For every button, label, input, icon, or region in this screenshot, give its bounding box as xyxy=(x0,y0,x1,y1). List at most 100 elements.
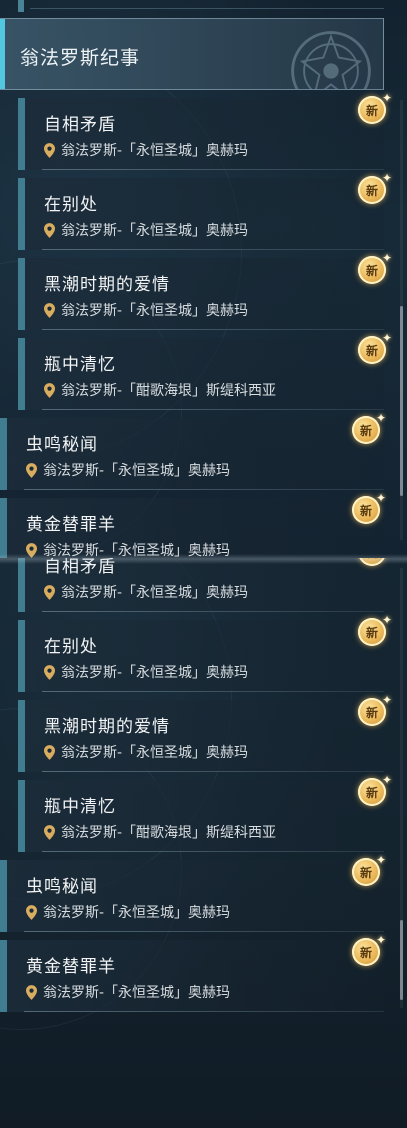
new-badge-icon: 新✦ xyxy=(358,171,392,206)
map-pin-icon xyxy=(44,142,55,158)
quest-location: 翁法罗斯-「永恒圣城」奥赫玛 xyxy=(44,300,248,320)
quest-location-text: 翁法罗斯-「永恒圣城」奥赫玛 xyxy=(61,585,249,601)
item-divider xyxy=(42,409,384,410)
faction-emblem-icon xyxy=(291,31,371,89)
map-pin-icon xyxy=(44,382,55,398)
item-side-bar xyxy=(18,338,25,410)
item-divider xyxy=(42,771,384,772)
quest-list-item[interactable]: 在别处翁法罗斯-「永恒圣城」奥赫玛 xyxy=(18,178,384,250)
item-divider xyxy=(42,691,384,692)
map-pin-icon xyxy=(44,744,55,760)
new-badge-label: 新 xyxy=(365,183,378,198)
map-pin-icon xyxy=(44,584,55,600)
item-side-bar xyxy=(0,940,7,1012)
item-divider xyxy=(24,489,384,490)
map-pin-icon xyxy=(44,824,55,840)
quest-location: 翁法罗斯-「永恒圣城」奥赫玛 xyxy=(26,982,230,1002)
category-header[interactable]: 翁法罗斯纪事 xyxy=(0,18,384,90)
item-divider xyxy=(42,611,384,612)
quest-location-text: 翁法罗斯-「永恒圣城」奥赫玛 xyxy=(43,463,231,479)
scrollbar-thumb[interactable] xyxy=(400,920,403,1000)
quest-location: 翁法罗斯-「永恒圣城」奥赫玛 xyxy=(44,742,248,762)
quest-list-item[interactable]: 虫鸣秘闻 翁法罗斯-「永恒圣城」奥赫玛 xyxy=(0,860,384,932)
quest-location: 翁法罗斯-「永恒圣城」奥赫玛 xyxy=(44,662,248,682)
quest-location: 翁法罗斯-「酣歌海垠」斯缇科西亚 xyxy=(44,822,276,842)
new-badge-icon: 新✦ xyxy=(358,558,392,568)
map-pin-icon xyxy=(26,984,37,1000)
new-badge-label: 新 xyxy=(366,558,378,561)
quest-location-text: 翁法罗斯-「永恒圣城」奥赫玛 xyxy=(43,985,231,1001)
map-pin-icon xyxy=(44,222,55,238)
item-side-bar xyxy=(18,620,25,692)
new-badge-label: 新 xyxy=(359,945,372,960)
new-badge-label: 新 xyxy=(365,263,378,278)
item-divider xyxy=(42,329,384,330)
new-badge-icon: 新✦ xyxy=(352,933,386,968)
scrollbar-thumb[interactable] xyxy=(400,306,403,496)
quest-list-item[interactable]: 黄金替罪羊 翁法罗斯-「永恒圣城」奥赫玛 xyxy=(0,498,384,558)
quest-location-text: 翁法罗斯-「永恒圣城」奥赫玛 xyxy=(43,543,231,558)
quest-name: 黄金替罪羊 xyxy=(26,957,116,977)
new-badge-label: 新 xyxy=(365,103,378,118)
item-divider xyxy=(24,1011,384,1012)
quest-name: 瓶中清忆 xyxy=(44,797,116,817)
new-badge-label: 新 xyxy=(365,343,378,358)
quest-list-item[interactable]: 自相矛盾翁法罗斯-「永恒圣城」奥赫玛 xyxy=(18,98,384,170)
quest-name: 瓶中清忆 xyxy=(44,355,116,375)
item-side-bar xyxy=(0,418,7,490)
map-pin-icon xyxy=(26,904,37,920)
quest-list-item[interactable]: 瓶中清忆翁法罗斯-「酣歌海垠」斯缇科西亚 xyxy=(18,780,384,852)
quest-name: 自相矛盾 xyxy=(44,115,116,135)
item-divider xyxy=(42,169,384,170)
quest-list-item[interactable]: 黑潮时期的爱情 翁法罗斯-「永恒圣城」奥赫玛 xyxy=(18,700,384,772)
new-badge-icon: 新✦ xyxy=(358,693,392,728)
category-accent xyxy=(0,19,5,89)
quest-list-item[interactable]: 黑潮时期的爱情翁法罗斯-「永恒圣城」奥赫玛 xyxy=(18,258,384,330)
new-badge-icon: 新✦ xyxy=(358,251,392,286)
new-badge-label: 新 xyxy=(365,785,378,800)
item-divider xyxy=(42,851,384,852)
new-badge-icon: 新✦ xyxy=(358,331,392,366)
quest-name: 在别处 xyxy=(44,195,98,215)
quest-list-item[interactable]: 黄金替罪羊翁法罗斯-「永恒圣城」奥赫玛 xyxy=(0,940,384,1012)
item-side-bar xyxy=(18,558,25,612)
quest-location: 翁法罗斯-「永恒圣城」奥赫玛 xyxy=(26,540,230,558)
quest-list-panel-top: 翁法罗斯纪事 自相矛盾 翁法罗斯-「永恒圣城」奥赫玛新 ✦ 在别处 翁法罗斯-「永恒圣城… xyxy=(0,0,407,558)
item-side-bar xyxy=(18,780,25,852)
quest-location: 翁法罗斯-「永恒圣城」奥赫玛 xyxy=(26,902,230,922)
quest-location-text: 翁法罗斯-「永恒圣城」奥赫玛 xyxy=(61,143,249,159)
map-pin-icon xyxy=(26,542,37,558)
quest-location: 翁法罗斯-「永恒圣城」奥赫玛 xyxy=(44,140,248,160)
quest-location: 翁法罗斯-「永恒圣城」奥赫玛 xyxy=(44,582,248,602)
item-divider xyxy=(24,931,384,932)
quest-list-panel-bottom: 自相矛盾翁法罗斯-「永恒圣城」奥赫玛新✦在别处翁法罗斯-「永恒圣城」奥赫玛新✦黑… xyxy=(0,558,407,1128)
quest-list-item[interactable]: 虫鸣秘闻 翁法罗斯-「永恒圣城」奥赫玛 xyxy=(0,418,384,490)
new-badge-label: 新 xyxy=(365,705,378,720)
map-pin-icon xyxy=(44,302,55,318)
new-badge-label: 新 xyxy=(365,625,378,640)
quest-name: 自相矛盾 xyxy=(44,558,116,577)
quest-location-text: 翁法罗斯-「永恒圣城」奥赫玛 xyxy=(61,665,249,681)
quest-location: 翁法罗斯-「永恒圣城」奥赫玛 xyxy=(26,460,230,480)
new-badge-icon: 新✦ xyxy=(358,773,392,808)
quest-list-item[interactable]: 在别处 翁法罗斯-「永恒圣城」奥赫玛 xyxy=(18,620,384,692)
map-pin-icon xyxy=(26,462,37,478)
quest-location-text: 翁法罗斯-「永恒圣城」奥赫玛 xyxy=(61,303,249,319)
new-badge-icon: 新✦ xyxy=(358,91,392,126)
quest-list-item[interactable]: 自相矛盾翁法罗斯-「永恒圣城」奥赫玛 xyxy=(18,558,384,612)
quest-location-text: 翁法罗斯-「永恒圣城」奥赫玛 xyxy=(61,745,249,761)
quest-name: 黑潮时期的爱情 xyxy=(44,275,170,295)
item-side-bar xyxy=(0,860,7,932)
quest-list-item[interactable]: 瓶中清忆 翁法罗斯-「酣歌海垠」斯缇科西亚 xyxy=(18,338,384,410)
item-side-bar xyxy=(18,178,25,250)
new-badge-label: 新 xyxy=(359,865,372,880)
new-badge-label: 新 xyxy=(359,423,372,438)
new-badge-icon: 新✦ xyxy=(352,411,386,446)
quest-location-text: 翁法罗斯-「永恒圣城」奥赫玛 xyxy=(61,223,249,239)
item-divider xyxy=(42,249,384,250)
category-title: 翁法罗斯纪事 xyxy=(20,47,141,69)
new-badge-icon: 新✦ xyxy=(352,491,386,526)
item-side-bar xyxy=(18,258,25,330)
quest-location: 翁法罗斯-「永恒圣城」奥赫玛 xyxy=(44,220,248,240)
previous-item-bar xyxy=(18,0,24,12)
